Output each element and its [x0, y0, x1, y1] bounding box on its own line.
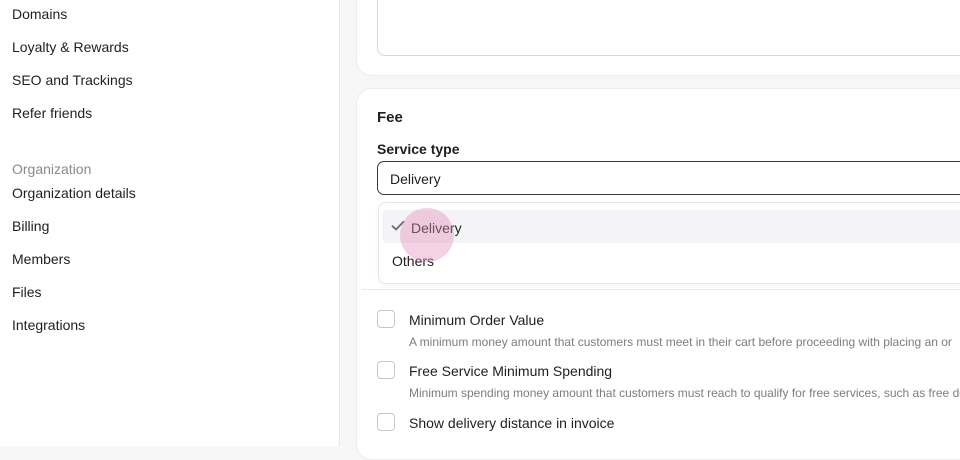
- sidebar-item-integrations[interactable]: Integrations: [12, 316, 85, 334]
- option-delivery[interactable]: [382, 210, 960, 243]
- show-delivery-distance-label: Show delivery distance in invoice: [409, 415, 615, 431]
- service-type-value: Delivery: [390, 171, 441, 187]
- sidebar-item-loyalty-rewards[interactable]: Loyalty & Rewards: [12, 38, 129, 56]
- sidebar-item-organization-details[interactable]: Organization details: [12, 184, 136, 202]
- minimum-order-value-checkbox[interactable]: [377, 310, 395, 328]
- free-service-minimum-spending-description: Minimum spending money amount that custo…: [409, 386, 960, 400]
- minimum-order-value-description: A minimum money amount that customers mu…: [409, 335, 952, 349]
- fee-section-title: Fee: [377, 109, 403, 126]
- click-indicator: [400, 208, 454, 262]
- free-service-minimum-spending-checkbox[interactable]: [377, 361, 395, 379]
- service-type-select[interactable]: Delivery: [377, 161, 960, 195]
- divider: [362, 289, 960, 290]
- service-type-label: Service type: [377, 141, 460, 157]
- sidebar-item-seo-trackings[interactable]: SEO and Trackings: [12, 71, 133, 89]
- free-service-minimum-spending-label: Free Service Minimum Spending: [409, 363, 613, 379]
- sidebar-item-files[interactable]: Files: [12, 283, 42, 301]
- minimum-order-value-label: Minimum Order Value: [409, 312, 545, 328]
- sidebar-section-organization: Organization: [12, 161, 92, 177]
- show-delivery-distance-checkbox[interactable]: [377, 413, 395, 431]
- text-area[interactable]: [377, 0, 960, 56]
- sidebar-item-billing[interactable]: Billing: [12, 217, 49, 235]
- sidebar-item-members[interactable]: Members: [12, 250, 70, 268]
- sidebar-item-domains[interactable]: Domains: [12, 5, 67, 23]
- sidebar-item-refer-friends[interactable]: Refer friends: [12, 104, 92, 122]
- sidebar: Domains Loyalty & Rewards SEO and Tracki…: [0, 0, 340, 446]
